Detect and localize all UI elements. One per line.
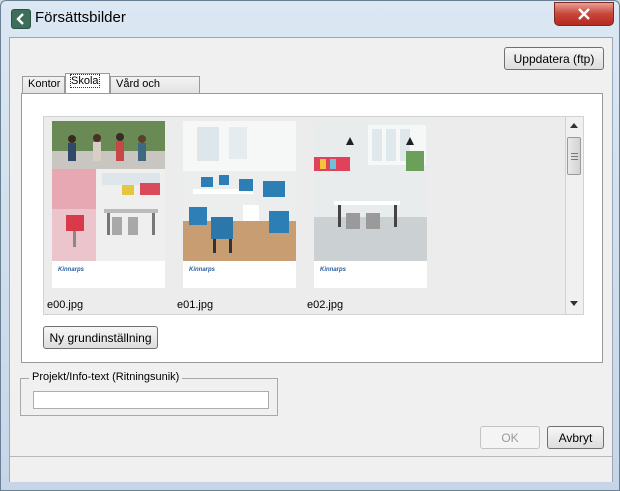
ok-button[interactable]: OK: [480, 426, 540, 449]
reset-default-label: Ny grundinställning: [49, 331, 152, 345]
dialog-window: Försättsbilder Uppdatera (ftp) Kontor Sk…: [0, 0, 620, 491]
logo-e02: Kinnarps: [320, 267, 347, 273]
dialog-body: Uppdatera (ftp) Kontor Skola Vård och om…: [9, 37, 613, 482]
gallery-item-e01[interactable]: Kinnarps: [183, 121, 296, 288]
gallery-scrollbar[interactable]: [565, 116, 584, 315]
back-arrow-icon: [11, 9, 31, 29]
status-bar: [10, 456, 612, 482]
gallery-item-label: e02.jpg: [307, 299, 344, 311]
ok-label: OK: [501, 431, 519, 445]
project-info-group: Projekt/Info-text (Ritningsunik): [20, 371, 278, 416]
scroll-down-icon[interactable]: [570, 301, 578, 306]
gallery-item-e00[interactable]: Kinnarps: [52, 121, 165, 288]
window-title: Försättsbilder: [35, 9, 126, 26]
cancel-label: Avbryt: [558, 431, 593, 445]
cover-image-e02: [314, 121, 427, 261]
tab-vard-och-omsorg[interactable]: Vård och omsorg: [110, 76, 200, 102]
logo-e01: Kinnarps: [189, 267, 216, 273]
reset-default-button[interactable]: Ny grundinställning: [43, 326, 158, 349]
gallery-item-label: e00.jpg: [47, 299, 84, 311]
logo-e00: Kinnarps: [58, 267, 85, 273]
gallery-item-label: e01.jpg: [177, 299, 214, 311]
close-button[interactable]: [554, 2, 614, 26]
cover-image-e01: [183, 121, 296, 261]
project-info-legend: Projekt/Info-text (Ritningsunik): [29, 371, 183, 383]
cover-image-e00: [52, 121, 165, 261]
scroll-up-icon[interactable]: [570, 123, 578, 128]
close-icon: [578, 8, 590, 20]
scroll-thumb[interactable]: [567, 137, 581, 175]
tab-skola-label: Skola: [70, 74, 100, 88]
tab-panel: Kinnarps Kinnarps Kinnarps e00.jpg e01.j…: [21, 93, 603, 363]
cancel-button[interactable]: Avbryt: [547, 426, 604, 449]
update-ftp-label: Uppdatera (ftp): [513, 52, 595, 66]
tab-skola[interactable]: Skola: [65, 73, 110, 93]
gallery-item-e02[interactable]: Kinnarps: [314, 121, 427, 288]
tab-kontor[interactable]: Kontor: [22, 76, 65, 93]
title-bar: Försättsbilder: [1, 1, 619, 35]
update-ftp-button[interactable]: Uppdatera (ftp): [504, 47, 604, 70]
image-gallery: Kinnarps Kinnarps Kinnarps e00.jpg e01.j…: [43, 116, 566, 315]
tab-kontor-label: Kontor: [28, 78, 61, 90]
project-info-input[interactable]: [33, 391, 269, 409]
